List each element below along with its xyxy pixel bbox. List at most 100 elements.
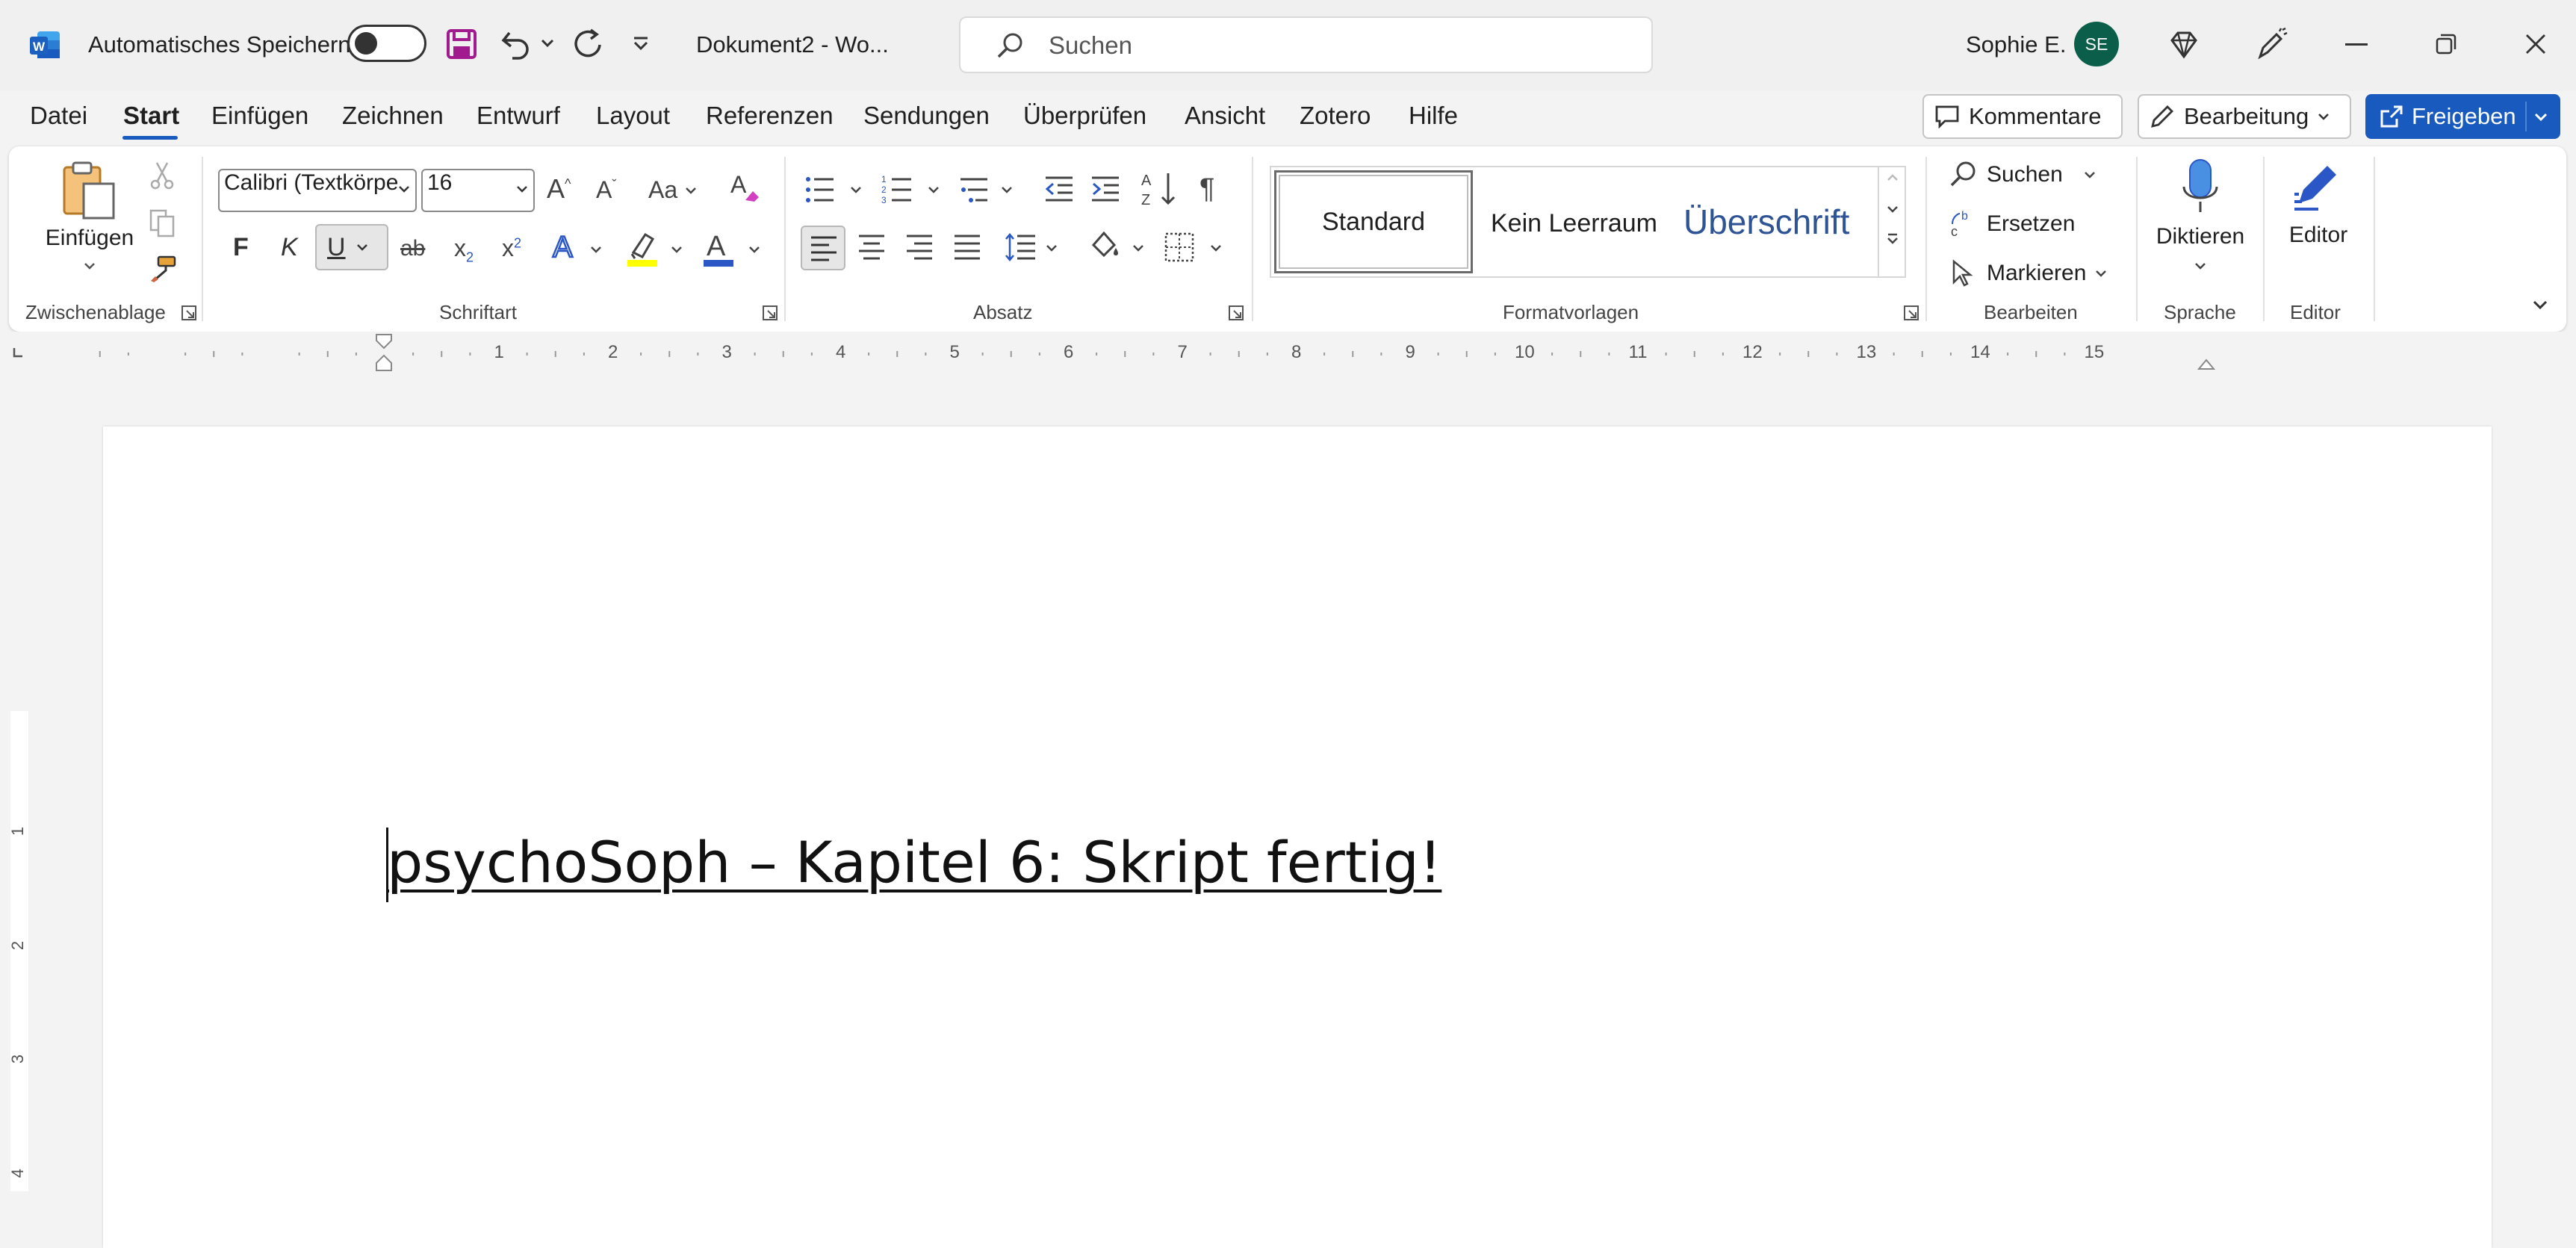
clear-formatting-icon[interactable]: A [729, 170, 762, 205]
autosave-toggle[interactable] [347, 25, 426, 62]
search-input[interactable]: Suchen [959, 16, 1653, 73]
bold-button[interactable]: F [233, 233, 249, 262]
numbering-icon[interactable]: 123 [881, 173, 914, 206]
grow-font-icon[interactable]: A^ [547, 173, 571, 205]
share-button[interactable]: Freigeben [2365, 94, 2560, 139]
restore-icon[interactable] [2435, 33, 2457, 55]
decrease-indent-icon[interactable] [1043, 173, 1076, 206]
tab-layout[interactable]: Layout [596, 102, 670, 130]
tab-start[interactable]: Start [123, 102, 179, 130]
cut-icon[interactable] [149, 160, 175, 190]
ruler-number: 11 [1628, 342, 1648, 362]
editor-button[interactable]: Editor [2274, 157, 2363, 269]
bullets-icon[interactable] [804, 173, 837, 206]
replace-button[interactable]: bc Ersetzen [1948, 209, 2075, 239]
close-icon[interactable] [2524, 33, 2547, 55]
font-name-combo[interactable]: Calibri (Textkörpe [218, 169, 417, 212]
numbering-dropdown-icon[interactable] [928, 185, 940, 194]
underline-button[interactable]: U [315, 224, 388, 270]
tab-ansicht[interactable]: Ansicht [1185, 102, 1265, 130]
tab-sendungen[interactable]: Sendungen [863, 102, 990, 130]
find-button[interactable]: Suchen [1948, 160, 2096, 190]
font-size-combo[interactable]: 16 [421, 169, 535, 212]
borders-icon[interactable] [1164, 232, 1195, 263]
first-line-indent-marker[interactable] [375, 333, 393, 372]
font-color-dropdown-icon[interactable] [748, 245, 760, 254]
document-title: Dokument2 - Wo... [696, 31, 889, 58]
tab-hilfe[interactable]: Hilfe [1409, 102, 1458, 130]
tab-einfuegen[interactable]: Einfügen [211, 102, 308, 130]
dictate-button[interactable]: Diktieren [2150, 157, 2251, 284]
change-case-button[interactable]: Aa [648, 176, 697, 204]
multilevel-dropdown-icon[interactable] [1001, 185, 1013, 194]
customize-quick-access-icon[interactable] [632, 36, 650, 51]
editing-group-label: Bearbeiten [1984, 301, 2078, 323]
editing-mode-button[interactable]: Bearbeitung [2138, 94, 2351, 139]
multilevel-list-icon[interactable] [958, 173, 990, 206]
borders-dropdown-icon[interactable] [1210, 243, 1222, 252]
superscript-button[interactable]: x2 [502, 235, 521, 262]
style-standard[interactable]: Standard [1274, 170, 1473, 273]
tab-datei[interactable]: Datei [30, 102, 87, 130]
highlight-dropdown-icon[interactable] [671, 245, 683, 254]
align-right-icon[interactable] [905, 233, 934, 261]
superscript-label: x [502, 235, 514, 261]
premium-diamond-icon[interactable] [2167, 28, 2200, 61]
align-center-icon[interactable] [857, 233, 886, 261]
paste-dropdown-icon[interactable] [84, 261, 96, 270]
comments-button[interactable]: Kommentare [1922, 94, 2123, 139]
font-launcher-icon[interactable] [762, 305, 778, 321]
font-color-icon[interactable]: A [702, 229, 736, 267]
dictate-dropdown-icon[interactable] [2194, 261, 2206, 270]
shading-icon[interactable] [1089, 229, 1123, 264]
tab-entwurf[interactable]: Entwurf [477, 102, 560, 130]
undo-dropdown-icon[interactable] [541, 39, 554, 48]
strikethrough-button[interactable]: ab [400, 236, 425, 261]
paragraph-launcher-icon[interactable] [1228, 305, 1244, 321]
avatar[interactable]: SE [2074, 22, 2119, 66]
justify-icon[interactable] [953, 233, 981, 261]
document-text[interactable]: psychoSoph – Kapitel 6: Skript fertig! [387, 829, 1441, 895]
tab-zotero[interactable]: Zotero [1300, 102, 1371, 130]
highlight-color-icon[interactable] [626, 229, 660, 267]
editing-mode-label: Bearbeitung [2184, 103, 2309, 129]
tab-ueberpruefen[interactable]: Überprüfen [1023, 102, 1146, 130]
clipboard-launcher-icon[interactable] [181, 305, 197, 321]
save-icon[interactable] [446, 28, 477, 60]
scroll-down-icon[interactable] [1887, 205, 1899, 214]
sort-icon[interactable]: AZ [1141, 170, 1177, 208]
style-heading[interactable]: Überschrift [1683, 202, 1849, 242]
undo-icon[interactable] [499, 27, 533, 61]
paste-button[interactable]: Einfügen [45, 160, 134, 279]
format-painter-icon[interactable] [148, 254, 178, 284]
shading-dropdown-icon[interactable] [1132, 243, 1144, 252]
text-effects-dropdown-icon[interactable] [590, 245, 602, 254]
minimize-icon[interactable] [2345, 43, 2368, 46]
styles-launcher-icon[interactable] [1903, 305, 1919, 321]
line-spacing-dropdown-icon[interactable] [1046, 243, 1058, 252]
scroll-up-icon[interactable] [1887, 173, 1899, 182]
right-indent-marker[interactable] [2197, 356, 2215, 370]
share-dropdown-icon[interactable] [2534, 112, 2548, 121]
designer-pen-icon[interactable] [2253, 27, 2288, 63]
find-label: Suchen [1987, 162, 2063, 187]
line-spacing-icon[interactable] [1004, 232, 1037, 263]
italic-button[interactable]: K [281, 233, 298, 262]
tab-zeichnen[interactable]: Zeichnen [342, 102, 444, 130]
shrink-font-icon[interactable]: Aˇ [596, 176, 616, 204]
styles-more-icon[interactable] [1887, 233, 1899, 245]
align-left-button[interactable] [801, 226, 845, 270]
tab-referenzen[interactable]: Referenzen [706, 102, 834, 130]
bullets-dropdown-icon[interactable] [850, 185, 862, 194]
tab-selector-icon[interactable] [12, 347, 24, 358]
redo-icon[interactable] [570, 27, 604, 61]
increase-indent-icon[interactable] [1089, 173, 1122, 206]
select-button[interactable]: Markieren [1948, 258, 2107, 288]
user-name[interactable]: Sophie E. [1966, 31, 2066, 58]
collapse-ribbon-icon[interactable] [2532, 299, 2548, 311]
text-effects-icon[interactable]: A [550, 229, 583, 263]
style-no-spacing[interactable]: Kein Leerraum [1491, 209, 1657, 238]
show-formatting-marks-icon[interactable]: ¶ [1199, 173, 1214, 205]
copy-icon[interactable] [148, 208, 176, 238]
subscript-button[interactable]: x2 [454, 235, 474, 265]
